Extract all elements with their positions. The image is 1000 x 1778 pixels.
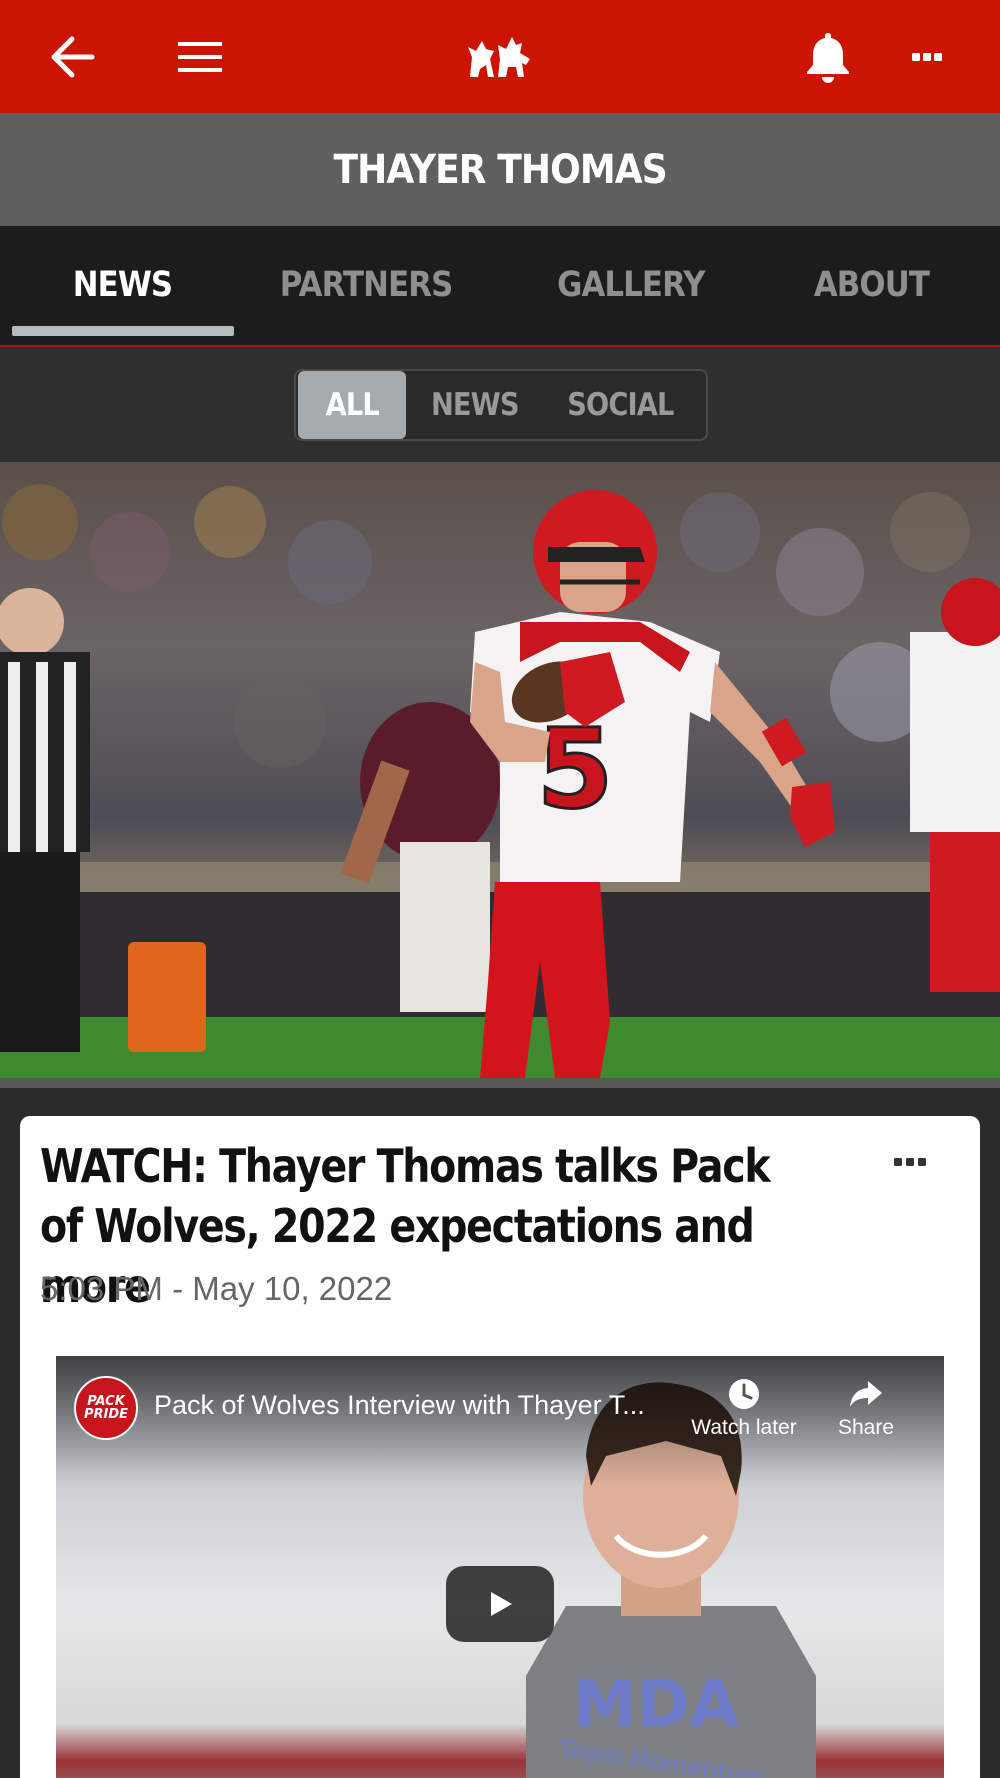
active-tab-indicator: [12, 326, 234, 336]
wolf-logo-icon: [468, 36, 530, 77]
tab-gallery-label: GALLERY: [557, 265, 705, 305]
filter-news-label: NEWS: [431, 387, 520, 423]
filter-news-button[interactable]: NEWS: [416, 371, 534, 439]
tab-bar: NEWS PARTNERS GALLERY ABOUT: [0, 226, 1000, 347]
arrow-left-icon: [51, 36, 95, 77]
tab-about[interactable]: ABOUT: [760, 226, 982, 344]
channel-logo-text: PACK PRIDE: [83, 1394, 129, 1422]
share-label: Share: [837, 1416, 895, 1439]
filter-bar: ALL NEWS SOCIAL: [0, 349, 1000, 462]
tab-partners[interactable]: PARTNERS: [254, 226, 478, 344]
video-embed[interactable]: MDA Team Momentum PACK PRIDE Pack of Wol…: [56, 1356, 944, 1778]
jersey-number: 5: [537, 705, 614, 833]
hamburger-icon: [178, 41, 222, 72]
video-title[interactable]: Pack of Wolves Interview with Thayer T..…: [154, 1390, 645, 1421]
clock-icon: [729, 1379, 759, 1409]
more-options-button[interactable]: [888, 0, 966, 113]
channel-logo[interactable]: PACK PRIDE: [74, 1376, 138, 1440]
page-title-bar: THAYER THOMAS: [0, 113, 1000, 226]
ellipsis-icon: [894, 1158, 926, 1166]
menu-button[interactable]: [160, 0, 240, 113]
bell-icon: [807, 32, 849, 83]
hero-image[interactable]: 5: [0, 462, 1000, 1078]
notifications-button[interactable]: [790, 0, 866, 113]
tab-gallery[interactable]: GALLERY: [520, 226, 742, 344]
news-post-card[interactable]: WATCH: Thayer Thomas talks Pack of Wolve…: [20, 1116, 980, 1778]
wolf-pack-logo[interactable]: [440, 0, 560, 113]
hero-illustration: 5: [0, 484, 1000, 1078]
filter-all-label: ALL: [325, 387, 379, 423]
play-icon: [491, 1592, 512, 1616]
filter-segmented-control: ALL NEWS SOCIAL: [294, 369, 708, 441]
watch-later-button[interactable]: Watch later: [684, 1374, 804, 1440]
play-button[interactable]: [446, 1566, 554, 1642]
back-button[interactable]: [36, 0, 108, 113]
post-timestamp: 5:03 PM - May 10, 2022: [40, 1270, 393, 1307]
share-arrow-icon: [850, 1381, 882, 1407]
post-more-button[interactable]: [880, 1142, 940, 1182]
filter-social-label: SOCIAL: [566, 387, 674, 423]
tab-about-label: ABOUT: [813, 265, 929, 305]
page-title: THAYER THOMAS: [333, 146, 667, 193]
hero-divider: [0, 1078, 1000, 1088]
filter-all-button[interactable]: ALL: [298, 371, 406, 439]
watch-later-label: Watch later: [691, 1416, 797, 1439]
tab-news-label: NEWS: [73, 265, 173, 305]
filter-social-button[interactable]: SOCIAL: [544, 371, 696, 439]
app-header: [0, 0, 1000, 113]
tab-partners-label: PARTNERS: [279, 265, 453, 305]
shirt-logo-text: MDA: [573, 1668, 740, 1742]
share-button[interactable]: Share: [806, 1374, 926, 1440]
ellipsis-icon: [912, 52, 942, 61]
